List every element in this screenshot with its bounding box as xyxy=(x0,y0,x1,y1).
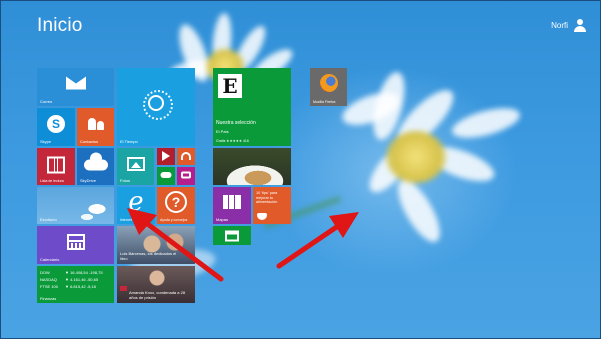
gamepad-icon xyxy=(160,172,172,179)
tile-correo[interactable]: Correo xyxy=(37,68,114,106)
tile-label: SkyDrive xyxy=(80,178,97,183)
tile-rating: Gratis ★★★★★ 416 xyxy=(216,139,249,143)
page-title: Inicio xyxy=(37,15,83,36)
user-icon xyxy=(574,19,586,32)
sun-icon xyxy=(143,90,173,121)
user-name: Norfi xyxy=(551,21,568,30)
red-arrow-right xyxy=(276,212,359,269)
firefox-icon xyxy=(319,74,338,93)
tile-label: Finanzas xyxy=(40,296,57,301)
tile-firefox[interactable]: Mozilla Firefox xyxy=(310,68,347,106)
mail-icon xyxy=(65,76,86,90)
calendar-icon xyxy=(66,233,85,250)
tile-musica[interactable] xyxy=(177,148,195,165)
skype-icon: S xyxy=(47,114,65,133)
el-pais-logo: E xyxy=(218,74,242,98)
tile-label: Mozilla Firefox xyxy=(313,100,336,104)
photo-icon xyxy=(126,156,145,171)
tile-skydrive[interactable]: SkyDrive xyxy=(77,148,114,185)
headphones-icon xyxy=(181,151,191,160)
finance-index-value: ▼ 4.161,46 -50,65 xyxy=(65,277,99,282)
cloud-icon xyxy=(83,152,108,171)
tile-label: Fotos xyxy=(120,178,131,183)
finance-index-value: ▼ 16.408,54 -198,75 xyxy=(65,270,103,275)
red-arrow-left xyxy=(127,208,224,282)
tile-title: Nuestra selección xyxy=(216,120,256,126)
tile-source: El País xyxy=(216,129,229,134)
finance-index-name: DOW xyxy=(40,270,50,275)
tile-fotos[interactable]: Fotos xyxy=(117,148,154,185)
food-photo xyxy=(213,148,291,185)
tile-label: Escritorio xyxy=(40,217,57,222)
tile-juegos[interactable] xyxy=(157,167,175,185)
tile-finanzas[interactable]: DOW ▼ 16.408,54 -198,75 NASDAQ ▼ 4.161,4… xyxy=(37,266,114,303)
camera-icon xyxy=(181,171,191,179)
tile-label: El Tiempo xyxy=(120,139,138,144)
tile-lista-lectura[interactable]: Lista de lectura xyxy=(37,148,75,185)
tile-label: Correo xyxy=(40,99,53,104)
tile-contactos[interactable]: Contactos xyxy=(77,108,114,146)
people-icon xyxy=(87,117,104,130)
tile-calendario[interactable]: Calendario xyxy=(37,226,114,264)
tile-video[interactable] xyxy=(157,148,175,165)
tile-el-tiempo[interactable]: El Tiempo xyxy=(117,68,195,146)
tile-label: Contactos xyxy=(80,139,99,144)
book-icon xyxy=(47,156,65,174)
health-icon xyxy=(257,211,267,220)
finance-index-value: ▼ 6.815,42 -5,18 xyxy=(65,284,96,289)
tile-label: Lista de lectura xyxy=(40,179,64,183)
tile-skype[interactable]: S Skype xyxy=(37,108,75,146)
user-account[interactable]: Norfi xyxy=(551,19,586,32)
health-tip: 10 'tips' para mejorar tu alimentación xyxy=(256,191,278,205)
play-icon xyxy=(162,150,170,161)
tile-noticias-el-pais[interactable]: E Nuestra selección El País Gratis ★★★★★… xyxy=(213,68,291,146)
tile-label: Calendario xyxy=(40,257,60,262)
tile-escritorio[interactable]: Escritorio xyxy=(37,187,114,224)
tile-comida[interactable] xyxy=(213,148,291,185)
tile-camara[interactable] xyxy=(177,167,195,185)
tile-label: Skype xyxy=(40,139,52,144)
finance-index-name: NASDAQ xyxy=(40,277,57,282)
finance-index-name: FTSE 100 xyxy=(40,284,59,289)
start-screen: Inicio Norfi Correo El Tiempo S Skype Co… xyxy=(0,0,601,339)
news-headline: Amanda Knox, condenada a 28 años de pris… xyxy=(129,290,186,300)
